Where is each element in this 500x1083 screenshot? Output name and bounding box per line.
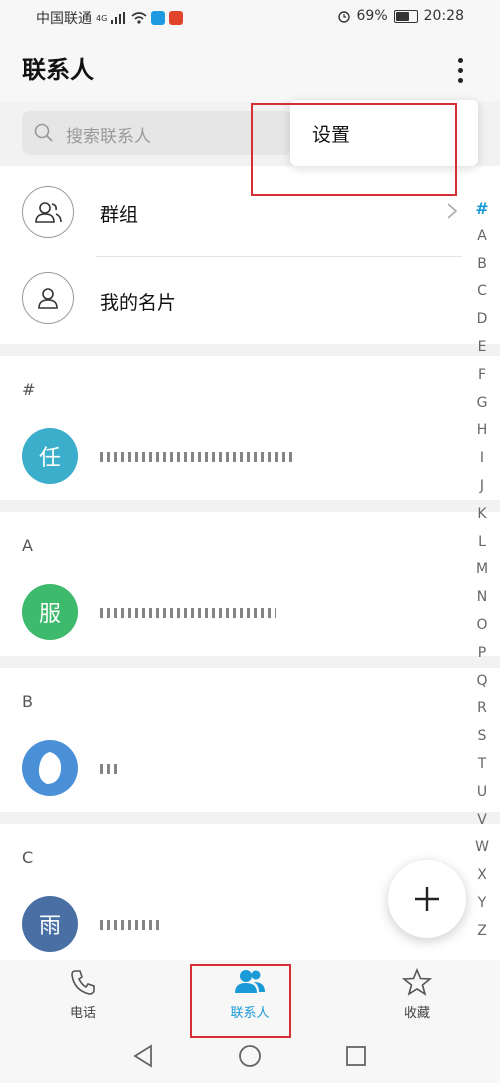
- contacts-tab-highlight-box: [190, 964, 291, 1038]
- system-navigation-bar: [0, 1038, 500, 1078]
- contact-avatar: [22, 740, 78, 796]
- contact-section: # 任: [0, 356, 500, 500]
- index-letter[interactable]: B: [471, 251, 493, 279]
- settings-highlight-box: [251, 103, 457, 196]
- section-letter: #: [22, 380, 36, 399]
- battery-percent: 69%: [356, 8, 388, 24]
- index-letter[interactable]: V: [471, 807, 493, 835]
- index-letter[interactable]: R: [471, 695, 493, 723]
- battery-icon: [393, 9, 418, 23]
- contact-row[interactable]: 任: [0, 420, 470, 492]
- index-letter[interactable]: G: [471, 390, 493, 418]
- wifi-icon: [131, 12, 147, 24]
- app-header: 联系人: [0, 36, 500, 102]
- chevron-right-icon: [447, 203, 458, 219]
- more-menu-button[interactable]: [448, 50, 472, 90]
- index-letter[interactable]: E: [471, 334, 493, 362]
- index-letter[interactable]: A: [471, 223, 493, 251]
- status-left: 中国联通 4G: [36, 8, 184, 28]
- contact-section: B: [0, 668, 500, 812]
- more-dot: [457, 67, 463, 73]
- plus-icon: [415, 887, 439, 911]
- add-contact-button[interactable]: [388, 860, 466, 938]
- phone-icon: [71, 970, 95, 995]
- page-title: 联系人: [22, 56, 94, 84]
- app-notification-icon: [151, 11, 166, 25]
- person-icon: [22, 272, 74, 324]
- index-letter[interactable]: O: [471, 612, 493, 640]
- app-notification-icon: [169, 11, 184, 25]
- clock: 20:28: [423, 8, 464, 24]
- status-right: 69% 20:28: [337, 8, 464, 24]
- index-letter[interactable]: M: [471, 556, 493, 584]
- tab-label: 收藏: [403, 1006, 430, 1021]
- index-letter[interactable]: K: [471, 501, 493, 529]
- avatar-initial: 任: [38, 446, 61, 471]
- index-letter[interactable]: F: [471, 362, 493, 390]
- index-letter[interactable]: N: [471, 584, 493, 612]
- group-label: 群组: [100, 204, 139, 226]
- avatar-initial: 服: [38, 602, 61, 627]
- photo-avatar-icon: [38, 752, 62, 784]
- index-letter[interactable]: #: [471, 195, 493, 223]
- more-dot: [457, 57, 463, 63]
- contact-name-redacted: [100, 920, 162, 930]
- back-icon[interactable]: [132, 1044, 154, 1068]
- tab-label: 电话: [69, 1006, 96, 1021]
- more-dot: [457, 77, 463, 83]
- section-letter: B: [22, 692, 33, 711]
- index-letter[interactable]: Y: [471, 890, 493, 918]
- index-letter[interactable]: S: [471, 723, 493, 751]
- my-card-label: 我的名片: [100, 292, 177, 314]
- index-letter[interactable]: Z: [471, 918, 493, 946]
- index-letter[interactable]: C: [471, 278, 493, 306]
- contact-avatar: 服: [22, 584, 78, 640]
- index-letter[interactable]: D: [471, 306, 493, 334]
- index-letter[interactable]: P: [471, 640, 493, 668]
- contact-row[interactable]: [0, 732, 470, 804]
- network-label: 4G: [96, 13, 108, 23]
- index-letter[interactable]: Q: [471, 668, 493, 696]
- contact-avatar: 任: [22, 428, 78, 484]
- section-letter: A: [22, 536, 33, 555]
- index-letter[interactable]: J: [471, 473, 493, 501]
- avatar-initial: 雨: [38, 914, 61, 939]
- contact-row[interactable]: 服: [0, 576, 470, 648]
- my-card-row[interactable]: 我的名片: [0, 257, 470, 344]
- index-letter[interactable]: U: [471, 779, 493, 807]
- alarm-icon: [337, 11, 350, 23]
- tab-favorites[interactable]: 收藏: [362, 968, 472, 1028]
- index-letter[interactable]: W: [471, 834, 493, 862]
- contact-avatar: 雨: [22, 896, 78, 952]
- tab-phone[interactable]: 电话: [28, 968, 138, 1028]
- home-icon[interactable]: [238, 1044, 262, 1068]
- alphabet-index[interactable]: # A B C D E F G H I J K L M N O P Q R S T U V W X Y Z: [471, 195, 493, 946]
- star-icon: [402, 968, 432, 996]
- index-letter[interactable]: H: [471, 417, 493, 445]
- index-letter[interactable]: T: [471, 751, 493, 779]
- contact-section: A 服: [0, 512, 500, 656]
- bottom-navigation: 电话 联系人 收藏: [0, 960, 500, 1083]
- carrier-label: 中国联通: [36, 11, 92, 27]
- recents-icon[interactable]: [345, 1045, 367, 1067]
- signal-icon: [111, 12, 126, 24]
- contact-name-redacted: [100, 764, 118, 774]
- status-bar: 中国联通 4G 69% 20:28: [0, 0, 500, 36]
- contact-name-redacted: [100, 608, 276, 618]
- section-letter: C: [22, 848, 34, 867]
- index-letter[interactable]: L: [471, 529, 493, 557]
- index-letter[interactable]: I: [471, 445, 493, 473]
- contact-name-redacted: [100, 452, 296, 462]
- search-placeholder: 搜索联系人: [66, 127, 151, 147]
- search-icon: [34, 123, 53, 142]
- index-letter[interactable]: X: [471, 862, 493, 890]
- group-icon: [22, 186, 74, 238]
